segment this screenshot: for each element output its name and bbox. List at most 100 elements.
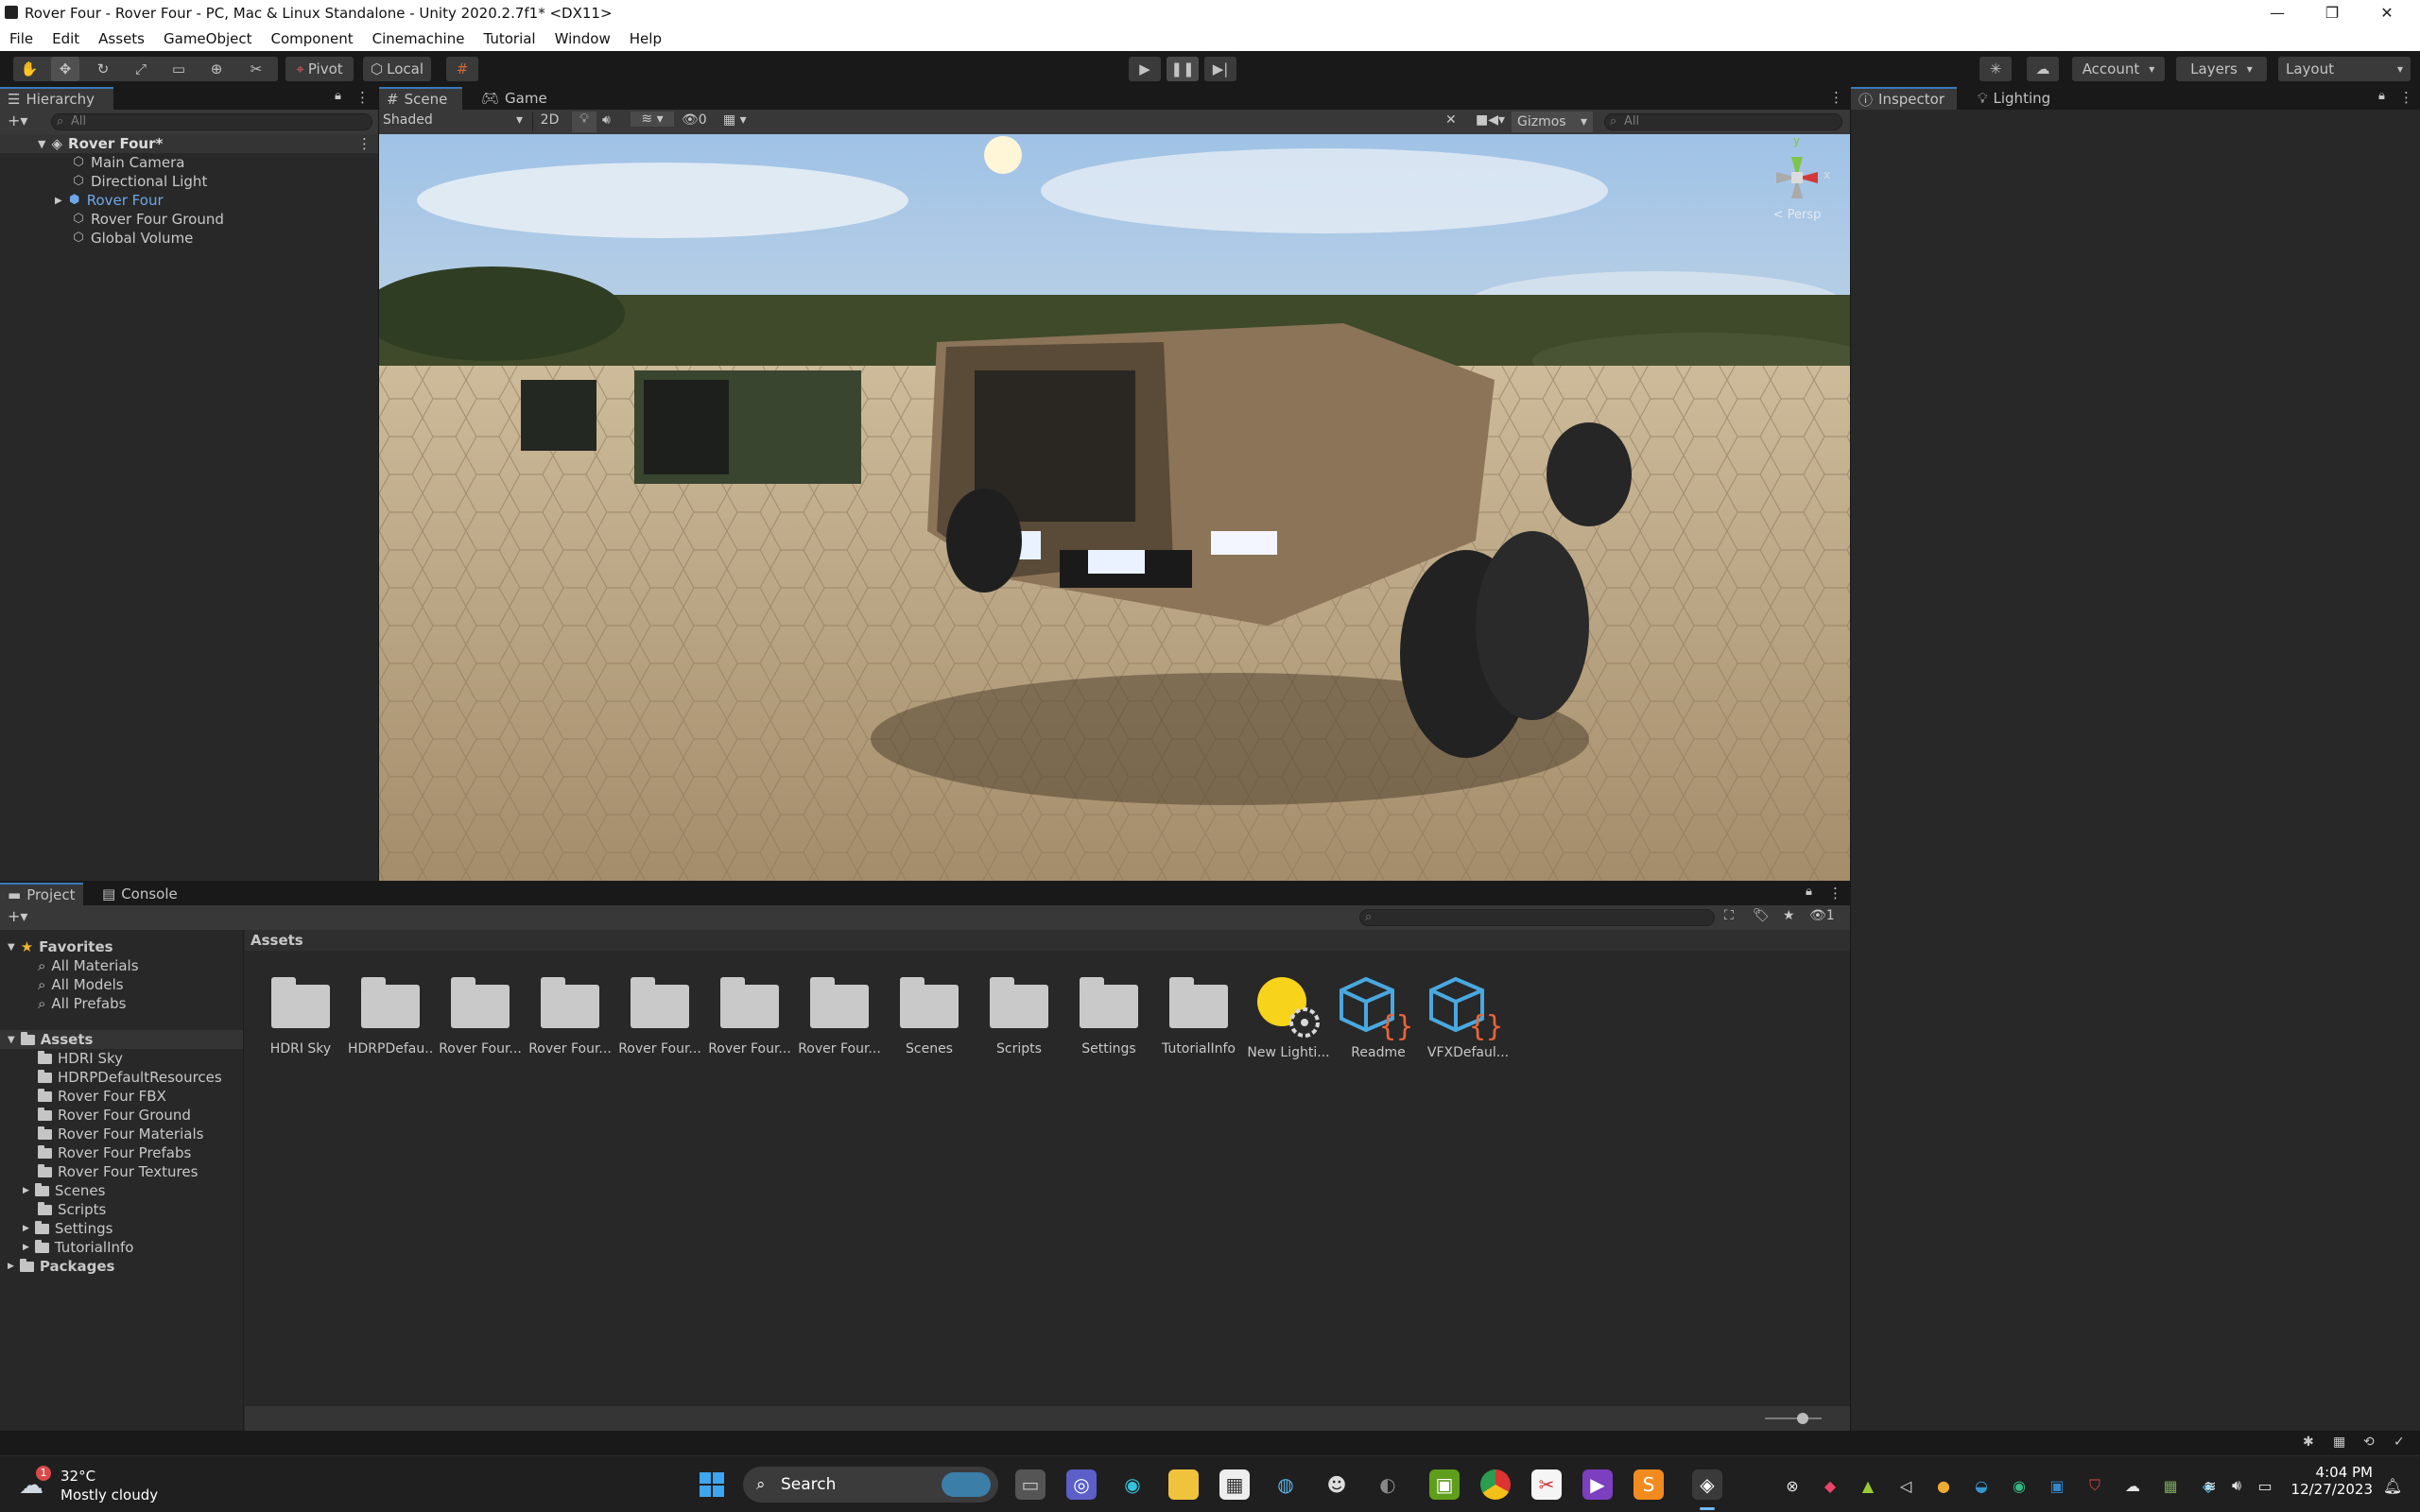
snipping-tool-icon[interactable]: ✂ <box>1531 1469 1562 1500</box>
asset-folder[interactable]: Settings <box>1066 973 1151 1057</box>
tree-folder[interactable]: ▶ Scenes <box>0 1181 243 1200</box>
tab-project[interactable]: ▬ Project <box>0 883 83 905</box>
hierarchy-item[interactable]: ⬡ Rover Four Ground <box>0 210 378 229</box>
menu-help[interactable]: Help <box>630 30 662 47</box>
tab-console[interactable]: ▤ Console <box>95 883 189 905</box>
transform-tool-icon[interactable]: ⊕ <box>202 57 231 81</box>
battery-icon[interactable]: ▭ <box>2255 1475 2275 1496</box>
grid-dropdown-icon[interactable]: ▦ ▾ <box>723 112 747 128</box>
asset-folder[interactable]: Rover Four... <box>617 973 702 1057</box>
filter-label-icon[interactable]: 🏷︎ <box>1753 908 1770 923</box>
asset-readme[interactable]: {} Readme <box>1336 973 1421 1060</box>
tools-icon[interactable]: ✕ <box>1445 112 1457 128</box>
volume-icon[interactable]: 🔊︎ <box>2226 1475 2247 1496</box>
xbox-tray-icon[interactable]: ⊗ <box>1782 1475 1803 1496</box>
tree-folder[interactable]: HDRI Sky <box>0 1049 243 1068</box>
progress-icon[interactable]: ▦ <box>2333 1435 2345 1450</box>
edge-icon[interactable]: ◉ <box>1117 1469 1148 1500</box>
asset-folder[interactable]: Rover Four... <box>527 973 613 1057</box>
breadcrumb-assets[interactable]: Assets <box>251 932 303 949</box>
play-button[interactable]: ▶ <box>1129 57 1161 81</box>
menu-file[interactable]: File <box>9 30 33 47</box>
hierarchy-item-prefab[interactable]: ▶ ⬢ Rover Four <box>0 191 378 210</box>
panel-menu-icon[interactable]: ⋮ <box>2399 89 2413 106</box>
asset-lighting-settings[interactable]: New Lighti... <box>1246 973 1331 1060</box>
asset-folder[interactable]: Rover Four... <box>707 973 792 1057</box>
close-button[interactable]: ✕ <box>2360 0 2414 26</box>
tab-inspector[interactable]: ⓘ Inspector <box>1851 87 1957 110</box>
menu-component[interactable]: Component <box>271 30 354 47</box>
tree-favorite-item[interactable]: ⌕ All Materials <box>0 956 243 975</box>
scale-tool-icon[interactable]: ⤢ <box>127 57 155 81</box>
menu-gameobject[interactable]: GameObject <box>164 30 252 47</box>
create-button[interactable]: +▾ <box>8 112 27 129</box>
orientation-gizmo[interactable]: y x < Persp <box>1759 134 1835 225</box>
tree-folder[interactable]: Rover Four Prefabs <box>0 1143 243 1162</box>
sublime-icon[interactable]: S <box>1634 1469 1664 1500</box>
panel-menu-icon[interactable]: ⋮ <box>1828 885 1842 902</box>
scene-root-row[interactable]: ▼ ◈ Rover Four* ⋮ <box>0 134 378 153</box>
shading-mode-dropdown[interactable]: Shaded ▾ <box>383 112 523 131</box>
tree-folder[interactable]: Rover Four Materials <box>0 1125 243 1143</box>
favorite-star-icon[interactable]: ★ <box>1783 908 1795 923</box>
tree-folder[interactable]: ▶ Settings <box>0 1219 243 1238</box>
2d-toggle[interactable]: 2D <box>532 112 566 131</box>
tree-folder[interactable]: Rover Four Ground <box>0 1106 243 1125</box>
project-search[interactable]: ⌕ <box>1359 909 1715 926</box>
chrome-icon[interactable] <box>1480 1469 1511 1500</box>
asset-folder[interactable]: HDRI Sky <box>258 973 343 1057</box>
teams-chat-icon[interactable]: ◎ <box>1066 1469 1097 1500</box>
rect-tool-icon[interactable]: ▭ <box>164 57 193 81</box>
asset-folder[interactable]: Rover Four... <box>797 973 882 1057</box>
app-tray-icon[interactable]: ◉ <box>2009 1475 2030 1496</box>
tab-scene[interactable]: # Scene <box>379 87 462 110</box>
store-icon[interactable]: ▦ <box>1219 1469 1250 1500</box>
tree-folder[interactable]: Scripts <box>0 1200 243 1219</box>
lock-icon[interactable]: 🔒︎ <box>1806 885 1812 899</box>
panel-menu-icon[interactable]: ⋮ <box>355 89 370 106</box>
unity-taskbar-icon[interactable]: ◈ <box>1692 1469 1722 1500</box>
move-tool-icon[interactable]: ✥ <box>51 57 79 81</box>
scene-viewport[interactable]: y x < Persp <box>379 134 1850 881</box>
lock-icon[interactable]: 🔒︎ <box>2378 89 2385 103</box>
tree-folder[interactable]: Rover Four Textures <box>0 1162 243 1181</box>
slider-handle[interactable] <box>1797 1413 1808 1424</box>
grid-snap-button[interactable]: # <box>446 57 478 81</box>
debug-bug-icon[interactable]: ✱ <box>2303 1435 2314 1450</box>
hierarchy-item[interactable]: ⬡ Main Camera <box>0 153 378 172</box>
cloud-icon[interactable]: ☁ <box>2027 57 2059 81</box>
pause-button[interactable]: ❚❚ <box>1167 57 1199 81</box>
globe-app-icon[interactable]: ◍ <box>1270 1469 1301 1500</box>
asset-vfx-defaults[interactable]: {} VFXDefaul... <box>1426 973 1511 1060</box>
tab-hierarchy[interactable]: ☰ Hierarchy <box>0 87 113 110</box>
menu-window[interactable]: Window <box>555 30 611 47</box>
app-tray-icon[interactable]: ◆ <box>1820 1475 1841 1496</box>
layers-dropdown[interactable]: Layers <box>2176 57 2267 81</box>
nvidia-icon[interactable]: ▣ <box>1429 1469 1460 1500</box>
asset-folder[interactable]: HDRPDefau... <box>348 973 433 1057</box>
tree-folder[interactable]: ▶ TutorialInfo <box>0 1238 243 1257</box>
scene-menu-icon[interactable]: ⋮ <box>357 135 372 152</box>
gizmos-dropdown[interactable]: Gizmos ▾ <box>1512 112 1593 132</box>
taskbar-search[interactable]: ⌕ Search <box>743 1467 998 1503</box>
custom-tool-icon[interactable]: ✂ <box>242 57 270 81</box>
clapper-app-icon[interactable]: ▶ <box>1582 1469 1613 1500</box>
check-icon[interactable]: ✓ <box>2394 1435 2405 1450</box>
asset-folder[interactable]: Scripts <box>977 973 1062 1057</box>
asset-folder[interactable]: Scenes <box>887 973 972 1057</box>
alien-app-icon[interactable]: ☻ <box>1322 1469 1352 1500</box>
hidden-objects-icon[interactable]: 👁︎0 <box>682 112 707 128</box>
file-explorer-icon[interactable] <box>1168 1469 1199 1500</box>
app-tray-icon[interactable]: ◒ <box>1971 1475 1992 1496</box>
tree-packages-root[interactable]: ▶ Packages <box>0 1257 243 1276</box>
audio-toggle-icon[interactable]: 🔊︎ <box>602 112 611 128</box>
pivot-button[interactable]: ⌖ Pivot <box>285 57 354 81</box>
hierarchy-search[interactable]: ⌕ All <box>51 113 372 130</box>
weather-widget[interactable]: ☁ 1 32°C Mostly cloudy <box>19 1466 170 1503</box>
tree-favorite-item[interactable]: ⌕ All Prefabs <box>0 994 243 1013</box>
app-tray-icon[interactable]: ● <box>1933 1475 1954 1496</box>
tab-game[interactable]: 🎮︎ Game <box>474 87 549 110</box>
scene-search[interactable]: ⌕ All <box>1604 113 1842 130</box>
layout-dropdown[interactable]: Layout <box>2278 57 2411 81</box>
hierarchy-item[interactable]: ⬡ Global Volume <box>0 229 378 248</box>
